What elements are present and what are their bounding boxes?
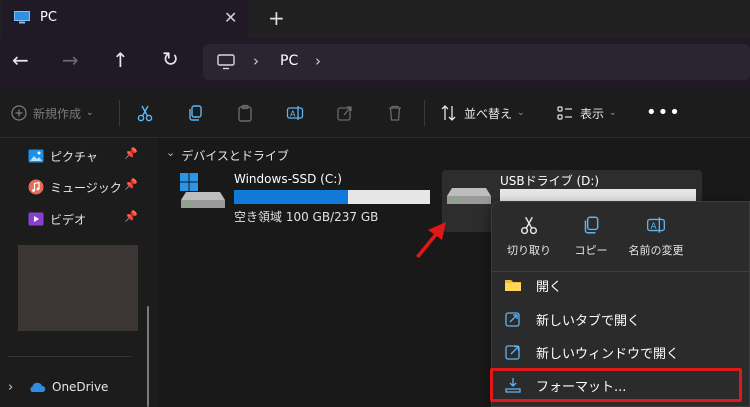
- tab-close-button[interactable]: ✕: [224, 8, 237, 27]
- drive-name: Windows-SSD (C:): [234, 172, 342, 186]
- copy-icon: [189, 105, 202, 121]
- red-arrow-annotation: [416, 222, 446, 258]
- more-options-button[interactable]: •••: [646, 102, 681, 123]
- sidebar-divider: [8, 356, 132, 357]
- hard-drive-icon: [447, 188, 491, 204]
- cloud-icon: [30, 382, 46, 392]
- address-bar[interactable]: › PC ›: [203, 44, 750, 80]
- sidebar-item-music[interactable]: ミュージック: [28, 176, 122, 198]
- title-bar: PC ✕ +: [0, 0, 750, 38]
- context-open-new-window-label: 新しいウィンドウで開く: [536, 346, 680, 362]
- sidebar-item-label: ミュージック: [50, 180, 122, 195]
- context-open[interactable]: 開く: [504, 272, 744, 298]
- cut-button[interactable]: [136, 88, 154, 138]
- sidebar-item-onedrive[interactable]: › OneDrive: [8, 376, 108, 398]
- rename-icon: A: [647, 217, 665, 233]
- drive-name: USBドライブ (D:): [500, 174, 600, 188]
- rename-button[interactable]: A: [286, 88, 304, 138]
- plus-circle-icon: [11, 105, 27, 121]
- forward-button[interactable]: →: [62, 48, 79, 72]
- drive-usage-fill: [234, 190, 348, 204]
- navigation-bar: ← → ↑ ↻ › PC ›: [0, 38, 750, 88]
- share-icon: [337, 106, 352, 121]
- toolbar-divider: [119, 100, 120, 126]
- new-label: 新規作成: [33, 106, 82, 121]
- context-cut-button[interactable]: 切り取り: [494, 214, 564, 264]
- open-new-tab-icon: [505, 312, 520, 327]
- clipboard-icon: [238, 104, 252, 122]
- pin-icon: 📌: [124, 210, 138, 223]
- pin-icon: 📌: [124, 178, 138, 191]
- sidebar-item-videos[interactable]: ビデオ: [28, 208, 86, 230]
- group-header-devices[interactable]: ⌄ デバイスとドライブ: [166, 146, 289, 164]
- expand-chevron-icon[interactable]: ›: [8, 380, 22, 395]
- folder-icon: [505, 280, 521, 291]
- monitor-icon: [217, 54, 235, 70]
- refresh-button[interactable]: ↻: [162, 47, 179, 71]
- context-open-label: 開く: [536, 279, 563, 295]
- group-header-label: デバイスとドライブ: [181, 149, 289, 163]
- sort-label: 並べ替え: [464, 106, 513, 121]
- context-open-new-tab[interactable]: 新しいタブで開く: [504, 306, 744, 332]
- music-icon: [28, 179, 44, 195]
- svg-text:A: A: [650, 222, 656, 232]
- sidebar-scrollbar[interactable]: [147, 306, 149, 407]
- format-highlight-annotation: [490, 368, 742, 402]
- sidebar-item-pictures[interactable]: ピクチャ: [28, 145, 98, 167]
- sidebar-item-label: OneDrive: [52, 380, 109, 394]
- sidebar-item-label: ピクチャ: [50, 149, 98, 164]
- svg-text:A: A: [290, 110, 296, 119]
- toolbar-divider-2: [424, 100, 425, 126]
- sort-icon: [441, 105, 456, 121]
- view-list-icon: [557, 106, 572, 120]
- breadcrumb-separator[interactable]: ›: [253, 52, 259, 70]
- blurred-region: [18, 245, 138, 331]
- up-button[interactable]: ↑: [112, 48, 129, 72]
- share-button[interactable]: [336, 88, 354, 138]
- copy-button[interactable]: [186, 88, 204, 138]
- trash-icon: [389, 105, 401, 121]
- paste-button[interactable]: [236, 88, 254, 138]
- windows-logo-icon: [180, 173, 198, 191]
- view-button[interactable]: 表示 ⌄: [556, 88, 617, 138]
- context-cut-label: 切り取り: [507, 244, 551, 257]
- scissors-icon: [137, 105, 153, 122]
- pictures-icon: [28, 149, 44, 163]
- sort-button[interactable]: 並べ替え ⌄: [440, 88, 525, 138]
- scissors-icon: [520, 216, 538, 235]
- view-label: 表示: [580, 106, 605, 121]
- context-open-new-tab-label: 新しいタブで開く: [536, 313, 641, 329]
- copy-icon: [584, 216, 599, 234]
- chevron-down-icon: ⌄: [166, 146, 176, 159]
- breadcrumb-separator-end[interactable]: ›: [315, 52, 321, 70]
- drive-free-space: 空き領域 100 GB/237 GB: [234, 210, 379, 224]
- chevron-down-icon: ⌄: [517, 108, 525, 118]
- drive-usage-bar: [234, 190, 430, 204]
- command-bar: 新規作成 ⌄ A 並べ替え ⌄ 表示 ⌄ •••: [0, 88, 750, 138]
- rename-icon: A: [286, 106, 304, 120]
- drive-tile-c[interactable]: Windows-SSD (C:) 空き領域 100 GB/237 GB: [180, 170, 430, 230]
- tab-title: PC: [40, 10, 57, 25]
- breadcrumb-pc[interactable]: PC: [280, 53, 298, 69]
- sidebar-item-label: ビデオ: [50, 212, 87, 227]
- videos-icon: [28, 212, 44, 226]
- hard-drive-icon: [181, 192, 225, 208]
- pin-icon: 📌: [124, 147, 138, 160]
- pc-icon: [14, 11, 30, 24]
- chevron-down-icon: ⌄: [86, 108, 94, 118]
- open-new-window-icon: [505, 345, 520, 360]
- back-button[interactable]: ←: [12, 48, 29, 72]
- new-button[interactable]: 新規作成 ⌄: [11, 88, 94, 138]
- delete-button[interactable]: [386, 88, 404, 138]
- context-rename-label: 名前の変更: [628, 244, 684, 257]
- chevron-down-icon: ⌄: [609, 108, 617, 118]
- new-tab-button[interactable]: +: [268, 6, 285, 30]
- navigation-pane: ピクチャ 📌 ミュージック 📌 ビデオ 📌 › OneDrive: [0, 138, 158, 407]
- context-rename-button[interactable]: A 名前の変更: [616, 214, 696, 264]
- tab-pc[interactable]: PC ✕: [2, 0, 248, 38]
- context-open-new-window[interactable]: 新しいウィンドウで開く: [504, 339, 744, 365]
